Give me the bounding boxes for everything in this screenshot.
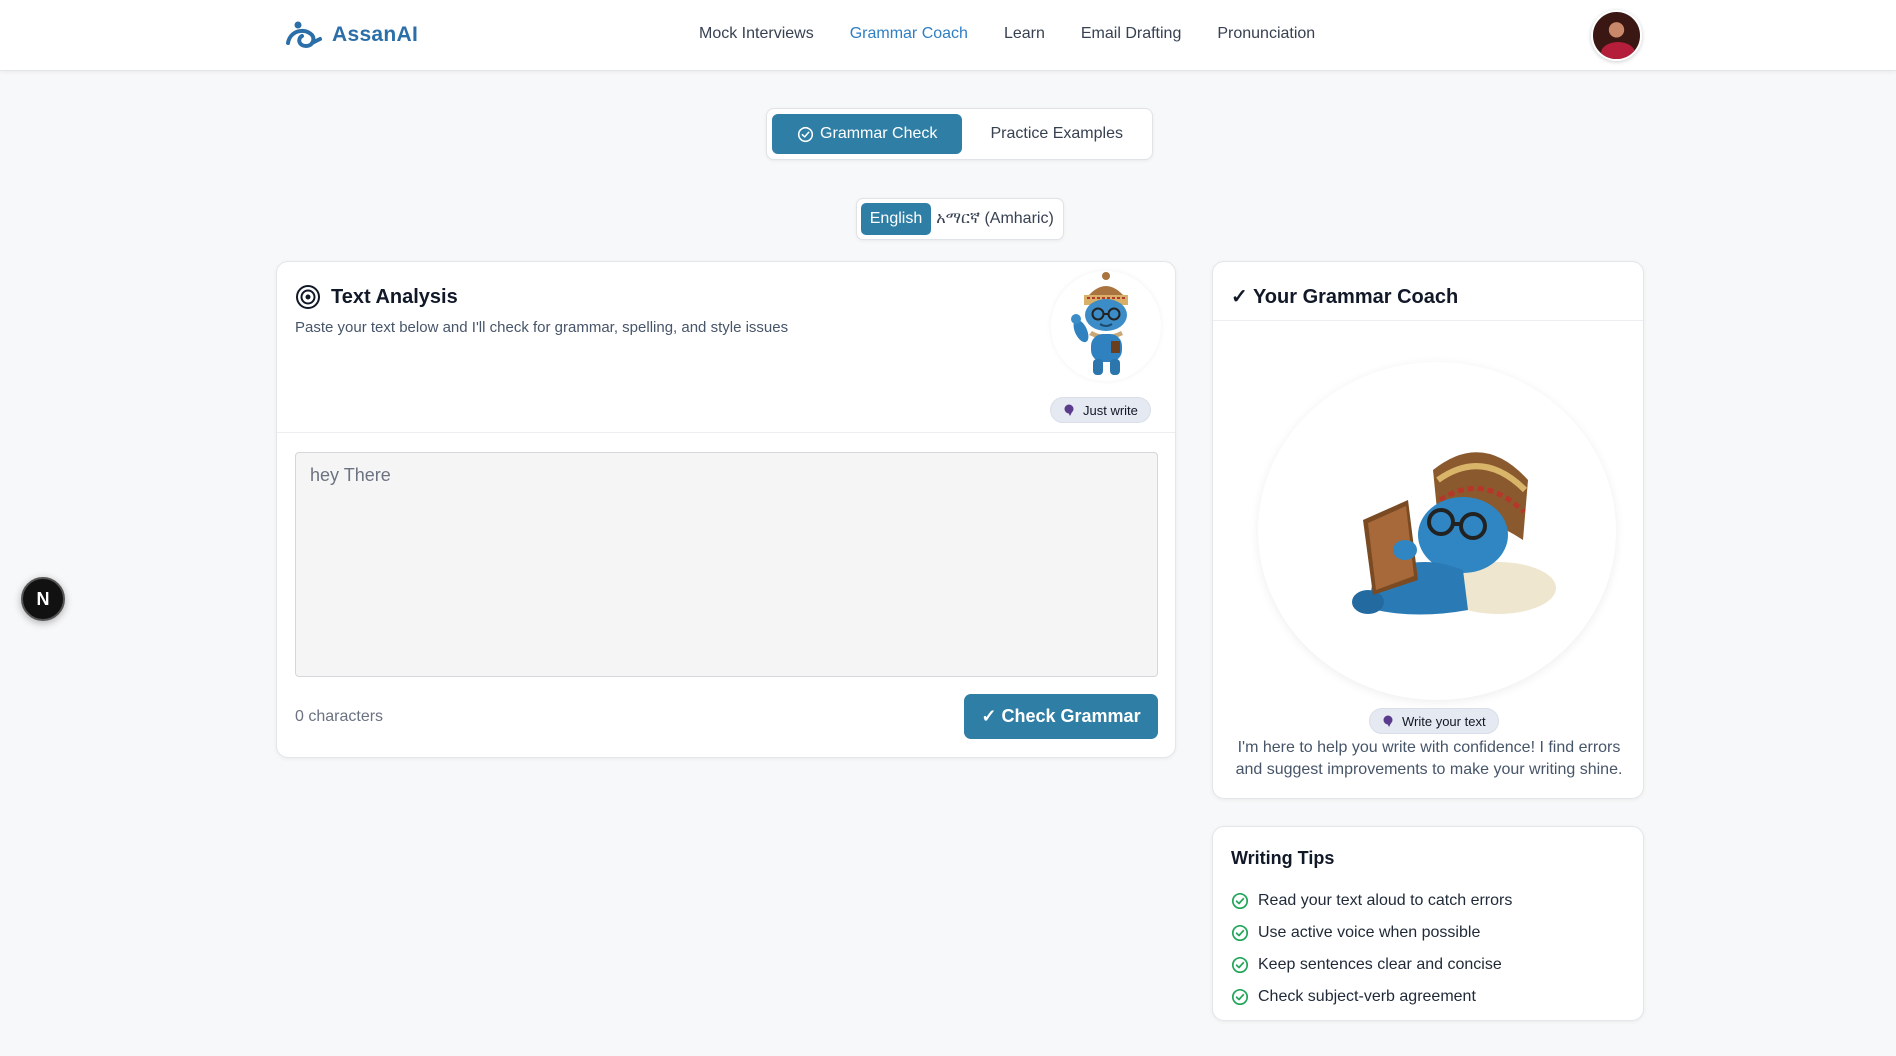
mascot-waving-image bbox=[1051, 271, 1161, 381]
mascot-reading-image bbox=[1258, 362, 1616, 700]
tip-item: Use active voice when possible bbox=[1231, 917, 1512, 949]
grammar-coach-description: I'm here to help you write with confiden… bbox=[1235, 739, 1623, 778]
tip-item: Read your text aloud to catch errors bbox=[1231, 885, 1512, 917]
check-circle-icon bbox=[1231, 956, 1249, 974]
lang-english-button[interactable]: English bbox=[861, 203, 931, 235]
check-circle-icon bbox=[1231, 892, 1249, 910]
character-count: 0 characters bbox=[295, 708, 384, 725]
check-circle-icon bbox=[797, 126, 814, 142]
grammar-text-input[interactable]: hey There bbox=[295, 452, 1158, 677]
mode-tabs: Grammar Check Practice Examples bbox=[766, 108, 1153, 160]
lang-amharic-button[interactable]: አማርኛ (Amharic) bbox=[935, 203, 1055, 235]
grammar-coach-card: ✓ Your Grammar Coach Write your text I'm… bbox=[1212, 261, 1644, 799]
nav-pronunciation[interactable]: Pronunciation bbox=[1217, 25, 1315, 43]
tip-text: Keep sentences clear and concise bbox=[1258, 956, 1502, 973]
tab-practice-examples[interactable]: Practice Examples bbox=[966, 114, 1147, 154]
speech-icon bbox=[1064, 404, 1074, 416]
tip-text: Check subject-verb agreement bbox=[1258, 988, 1476, 1005]
brand-logo-icon bbox=[286, 21, 322, 49]
mascot-waving-illustration bbox=[1071, 272, 1128, 375]
user-avatar[interactable] bbox=[1591, 10, 1642, 61]
top-header: AssanAI Mock Interviews Grammar Coach Le… bbox=[0, 0, 1896, 71]
nav-grammar-coach[interactable]: Grammar Coach bbox=[850, 25, 968, 43]
tip-text: Use active voice when possible bbox=[1258, 924, 1481, 941]
text-analysis-subtitle: Paste your text below and I'll check for… bbox=[295, 319, 789, 336]
tab-grammar-check-label: Grammar Check bbox=[820, 125, 938, 142]
write-your-text-badge: Write your text bbox=[1369, 708, 1499, 734]
just-write-badge-label: Just write bbox=[1083, 402, 1138, 418]
tip-item: Keep sentences clear and concise bbox=[1231, 949, 1512, 981]
tab-grammar-check[interactable]: Grammar Check bbox=[772, 114, 963, 154]
check-grammar-button[interactable]: ✓ Check Grammar bbox=[964, 694, 1158, 739]
check-circle-icon bbox=[1231, 924, 1249, 942]
speech-icon bbox=[1383, 715, 1393, 727]
brand-name: AssanAI bbox=[332, 23, 419, 46]
nav-mock-interviews[interactable]: Mock Interviews bbox=[699, 25, 814, 43]
write-your-text-badge-label: Write your text bbox=[1402, 713, 1486, 729]
text-analysis-header: Text Analysis Paste your text below and … bbox=[277, 262, 1175, 433]
grammar-coach-header: ✓ Your Grammar Coach bbox=[1213, 262, 1643, 321]
writing-tips-list: Read your text aloud to catch errors Use… bbox=[1231, 885, 1512, 1013]
check-circle-icon bbox=[1231, 988, 1249, 1006]
grammar-coach-title: ✓ Your Grammar Coach bbox=[1231, 286, 1459, 308]
writing-tips-title: Writing Tips bbox=[1231, 848, 1335, 868]
text-analysis-title: Text Analysis bbox=[331, 285, 458, 308]
dev-tools-badge[interactable]: N bbox=[21, 577, 65, 621]
mascot-reading-illustration bbox=[1352, 452, 1556, 615]
nav-email-drafting[interactable]: Email Drafting bbox=[1081, 25, 1181, 43]
language-toggle: English አማርኛ (Amharic) bbox=[856, 198, 1064, 240]
nav-learn[interactable]: Learn bbox=[1004, 25, 1045, 43]
text-analysis-heading: Text Analysis bbox=[295, 284, 458, 310]
just-write-badge: Just write bbox=[1050, 397, 1151, 423]
main-nav: Mock Interviews Grammar Coach Learn Emai… bbox=[699, 25, 1315, 43]
text-analysis-card: Text Analysis Paste your text below and … bbox=[276, 261, 1176, 758]
tip-item: Check subject-verb agreement bbox=[1231, 981, 1512, 1013]
tab-practice-examples-label: Practice Examples bbox=[990, 125, 1123, 142]
tip-text: Read your text aloud to catch errors bbox=[1258, 892, 1513, 909]
target-icon bbox=[296, 285, 320, 309]
brand-logo[interactable]: AssanAI bbox=[284, 18, 418, 52]
writing-tips-card: Writing Tips Read your text aloud to cat… bbox=[1212, 826, 1644, 1021]
